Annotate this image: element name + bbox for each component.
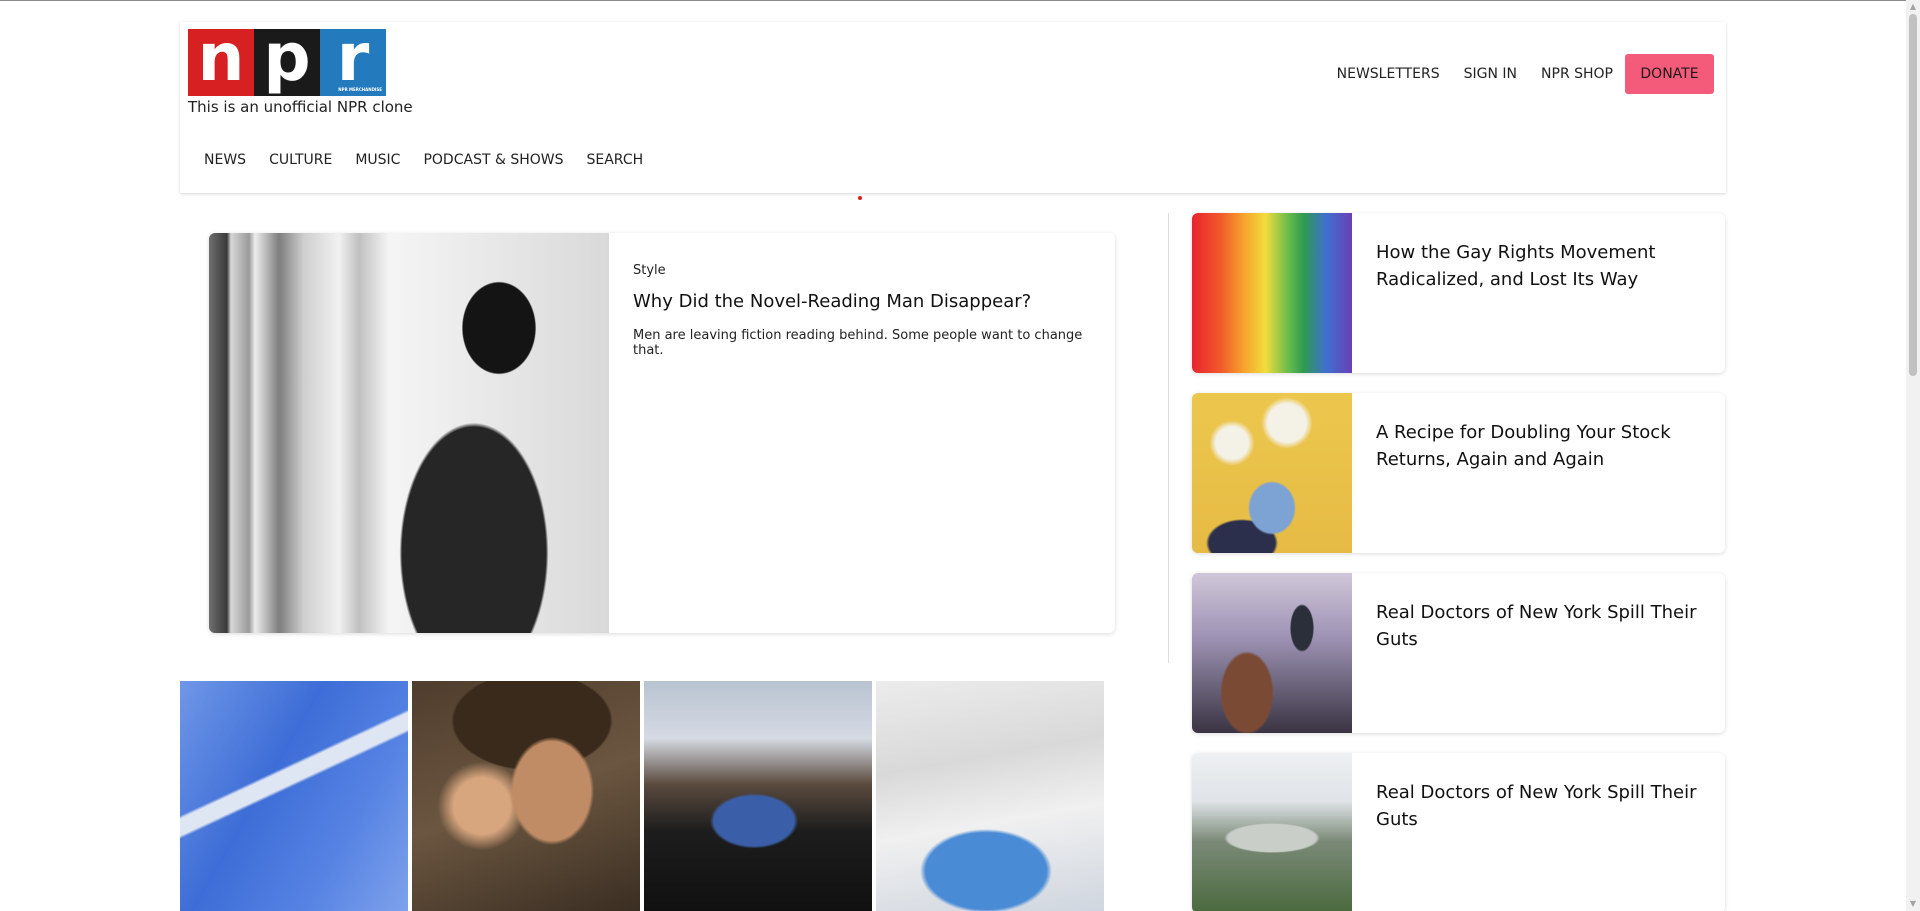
scrollbar-thumb[interactable] (1909, 14, 1917, 376)
sidebar-story-card[interactable]: Real Doctors of New York Spill Their Gut… (1192, 573, 1725, 733)
story-thumbnail-row (180, 681, 1104, 911)
sidebar-story-image[interactable] (1192, 753, 1352, 911)
sidebar-story-image[interactable] (1192, 573, 1352, 733)
logo-small-text: NPR MERCHANDISE (338, 87, 382, 92)
sidebar-story-card[interactable]: A Recipe for Doubling Your Stock Returns… (1192, 393, 1725, 553)
story-thumbnail-3[interactable] (644, 681, 872, 911)
featured-story-kicker[interactable]: Style (633, 263, 1091, 278)
utility-nav: NEWSLETTERS SIGN IN NPR SHOP DONATE (1337, 54, 1714, 94)
logo-tile-n: n (188, 24, 254, 96)
story-thumbnail-4[interactable] (876, 681, 1104, 911)
sidebar-story-card[interactable]: Real Doctors of New York Spill Their Gut… (1192, 753, 1725, 911)
column-divider (1168, 213, 1169, 663)
nav-search[interactable]: SEARCH (586, 152, 643, 168)
sidebar-story-image[interactable] (1192, 213, 1352, 373)
nav-podcast-shows[interactable]: PODCAST & SHOWS (423, 152, 563, 168)
sidebar-story-image[interactable] (1192, 393, 1352, 553)
sidebar-story-title[interactable]: A Recipe for Doubling Your Stock Returns… (1352, 393, 1725, 553)
scroll-up-arrow-icon[interactable]: ▲ (1909, 2, 1917, 12)
main-nav: NEWS CULTURE MUSIC PODCAST & SHOWS SEARC… (204, 152, 643, 168)
featured-story-image[interactable] (209, 233, 609, 633)
featured-story-card[interactable]: Style Why Did the Novel-Reading Man Disa… (209, 233, 1115, 633)
featured-story-text: Style Why Did the Novel-Reading Man Disa… (609, 233, 1115, 633)
nav-culture[interactable]: CULTURE (269, 152, 332, 168)
page-scrollbar[interactable]: ▲ ▼ (1906, 0, 1920, 911)
scroll-down-arrow-icon[interactable]: ▼ (1909, 899, 1917, 909)
sidebar-story-title[interactable]: Real Doctors of New York Spill Their Gut… (1352, 753, 1725, 911)
sidebar-story-title[interactable]: Real Doctors of New York Spill Their Gut… (1352, 573, 1725, 733)
npr-logo[interactable]: n p r NPR MERCHANDISE (188, 24, 386, 96)
loading-indicator-dot (858, 196, 862, 200)
site-header: n p r NPR MERCHANDISE This is an unoffic… (180, 22, 1726, 193)
sidebar-story-title[interactable]: How the Gay Rights Movement Radicalized,… (1352, 213, 1725, 373)
sign-in-link[interactable]: SIGN IN (1464, 66, 1517, 82)
top-border-line (0, 0, 1920, 1)
sidebar-story-card[interactable]: How the Gay Rights Movement Radicalized,… (1192, 213, 1725, 373)
featured-story-description: Men are leaving fiction reading behind. … (633, 328, 1083, 358)
logo-tile-p: p (254, 24, 320, 96)
logo-tile-r-letter: r (336, 18, 370, 96)
logo-tile-r: r NPR MERCHANDISE (320, 24, 386, 96)
nav-news[interactable]: NEWS (204, 152, 246, 168)
story-thumbnail-2[interactable] (412, 681, 640, 911)
story-thumbnail-1[interactable] (180, 681, 408, 911)
donate-button[interactable]: DONATE (1625, 54, 1714, 94)
npr-shop-link[interactable]: NPR SHOP (1541, 66, 1613, 82)
newsletters-link[interactable]: NEWSLETTERS (1337, 66, 1440, 82)
featured-story-title[interactable]: Why Did the Novel-Reading Man Disappear? (633, 291, 1091, 312)
nav-music[interactable]: MUSIC (355, 152, 400, 168)
site-tagline: This is an unofficial NPR clone (188, 98, 413, 116)
